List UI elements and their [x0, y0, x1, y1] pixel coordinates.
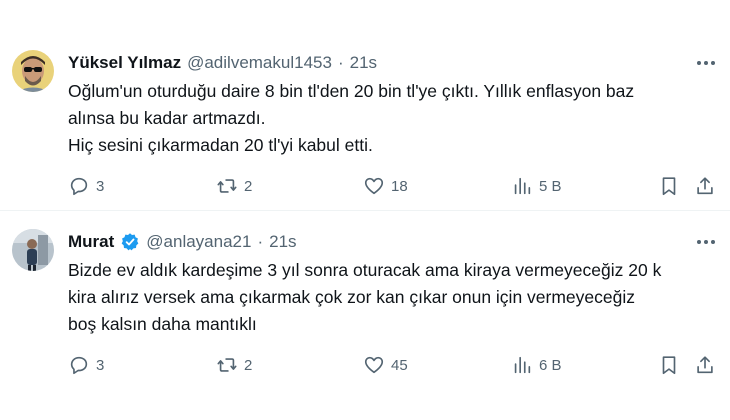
tweet-text: Bizde ev aldık kardeşime 3 yıl sonra otu…: [68, 257, 718, 338]
like-button[interactable]: 18: [363, 172, 408, 200]
repost-count: 2: [244, 356, 253, 374]
reply-button[interactable]: 3: [68, 172, 104, 200]
action-bar: 3 2 45 6 B: [60, 351, 722, 379]
repost-icon: [217, 179, 237, 193]
timestamp[interactable]: 21s: [350, 53, 377, 73]
user-handle[interactable]: @anlayana21: [146, 232, 251, 252]
tweet-header: Murat @anlayana21 · 21s: [68, 232, 297, 252]
reply-count: 3: [96, 356, 105, 374]
like-count: 45: [391, 356, 408, 374]
user-handle[interactable]: @adilvemakul1453: [187, 53, 332, 73]
bookmark-button[interactable]: [658, 172, 680, 200]
tweet-text-line: Hiç sesini çıkarmadan 20 tl'yi kabul ett…: [68, 135, 373, 155]
display-name[interactable]: Yüksel Yılmaz: [68, 53, 181, 73]
verified-badge-icon: [120, 232, 140, 252]
reply-icon: [70, 177, 88, 196]
tweet[interactable]: Yüksel Yılmaz @adilvemakul1453 · 21s Oğl…: [0, 0, 730, 211]
avatar[interactable]: [12, 229, 54, 271]
bookmark-button[interactable]: [658, 351, 680, 379]
repost-button[interactable]: 2: [216, 351, 252, 379]
tweet-header: Yüksel Yılmaz @adilvemakul1453 · 21s: [68, 53, 377, 73]
tweet-text-line: Bizde ev aldık kardeşime 3 yıl sonra otu…: [68, 260, 662, 280]
display-name[interactable]: Murat: [68, 232, 114, 252]
reply-button[interactable]: 3: [68, 351, 104, 379]
like-icon: [364, 177, 384, 195]
action-bar: 3 2 18 5 B: [60, 172, 722, 200]
tweet[interactable]: Murat @anlayana21 · 21s Bizde ev aldık k…: [0, 211, 730, 420]
views-button[interactable]: 5 B: [511, 172, 562, 200]
bookmark-icon: [662, 356, 676, 375]
like-button[interactable]: 45: [363, 351, 408, 379]
views-icon: [514, 356, 531, 374]
share-icon: [697, 177, 713, 195]
avatar[interactable]: [12, 50, 54, 92]
tweet-text-line: kira alırız versek ama çıkarmak çok zor …: [68, 287, 635, 307]
repost-count: 2: [244, 177, 253, 195]
more-icon[interactable]: [694, 53, 718, 73]
share-button[interactable]: [694, 172, 716, 200]
reply-count: 3: [96, 177, 105, 195]
views-icon: [514, 177, 531, 195]
share-icon: [697, 356, 713, 374]
timestamp[interactable]: 21s: [269, 232, 296, 252]
tweet-text-line: boş kalsın daha mantıklı: [68, 314, 257, 334]
tweet-text: Oğlum'un oturduğu daire 8 bin tl'den 20 …: [68, 78, 718, 159]
views-count: 6 B: [539, 356, 562, 374]
more-icon[interactable]: [694, 232, 718, 252]
repost-icon: [217, 358, 237, 372]
repost-button[interactable]: 2: [216, 172, 252, 200]
separator-dot: ·: [257, 232, 264, 251]
tweet-text-line: Oğlum'un oturduğu daire 8 bin tl'den 20 …: [68, 81, 635, 101]
tweet-text-line: alınsa bu kadar artmazdı.: [68, 108, 266, 128]
separator-dot: ·: [337, 53, 344, 72]
share-button[interactable]: [694, 351, 716, 379]
like-icon: [364, 356, 384, 374]
views-button[interactable]: 6 B: [511, 351, 562, 379]
like-count: 18: [391, 177, 408, 195]
bookmark-icon: [662, 177, 676, 196]
reply-icon: [70, 356, 88, 375]
views-count: 5 B: [539, 177, 562, 195]
